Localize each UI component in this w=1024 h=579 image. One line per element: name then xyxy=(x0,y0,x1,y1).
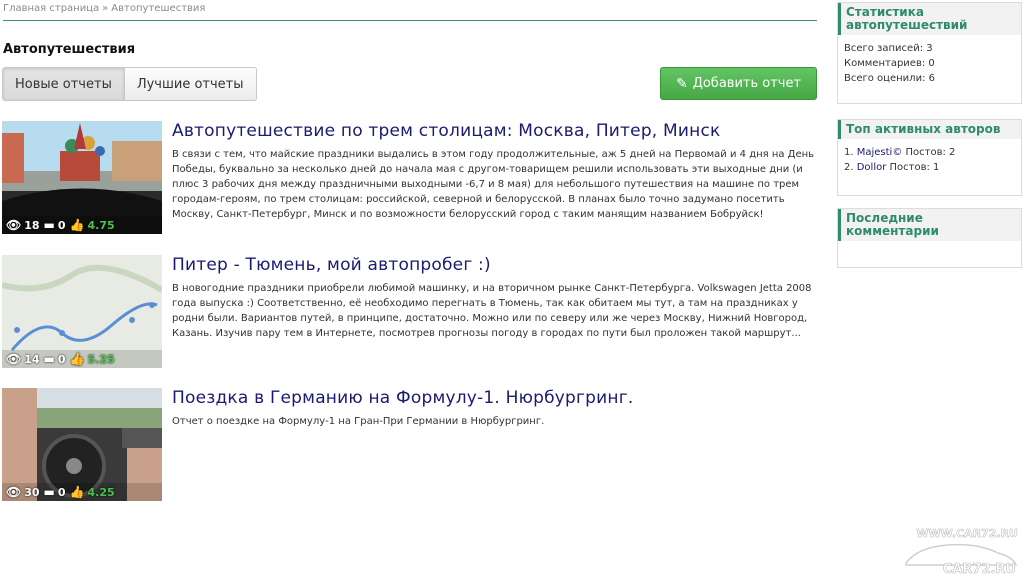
tab-best-reports[interactable]: Лучшие отчеты xyxy=(123,68,256,100)
add-report-label: Добавить отчет xyxy=(692,76,802,91)
post-stats-bar: 👁 14 ▬ 0 👍 5.25 xyxy=(2,350,162,368)
tab-new-reports[interactable]: Новые отчеты xyxy=(3,68,124,100)
latest-comments-title: Последние комментарии xyxy=(838,209,1021,241)
list-item: 2. Dollor Постов: 1 xyxy=(844,162,940,173)
thumbs-up-icon: 👍 xyxy=(69,352,85,366)
views-stat: 👁 18 xyxy=(6,218,40,232)
top-authors-widget: Топ активных авторов 1. Majesti© Постов:… xyxy=(837,119,1022,196)
stats-widget-title: Статистика автопутешествий xyxy=(838,3,1021,35)
stats-widget: Статистика автопутешествий Всего записей… xyxy=(837,2,1022,104)
latest-comments-body xyxy=(838,241,1021,253)
comment-icon: ▬ xyxy=(43,352,55,366)
author-link[interactable]: Majesti© xyxy=(857,147,903,158)
post-item: 👁 14 ▬ 0 👍 5.25 Питер - Тюмень, мой автопро… xyxy=(2,255,817,370)
comments-stat: ▬ 0 xyxy=(43,218,66,232)
thumbs-up-icon: 👍 xyxy=(69,218,85,232)
page-title: Автопутешествия xyxy=(3,42,136,57)
stat-total-posts: Всего записей: 3 xyxy=(844,43,933,54)
add-report-button[interactable]: ✎ Добавить отчет xyxy=(660,67,817,100)
stat-comments: Комментариев: 0 xyxy=(844,58,935,69)
comments-stat: ▬ 0 xyxy=(43,352,66,366)
views-stat: 👁 14 xyxy=(6,352,40,366)
views-stat: 👁 30 xyxy=(6,485,40,499)
post-title-link[interactable]: Поездка в Германию на Формулу-1. Нюрбург… xyxy=(172,388,633,408)
stats-widget-body: Всего записей: 3 Комментариев: 0 Всего о… xyxy=(838,35,1021,92)
breadcrumb-home-link[interactable]: Главная страница xyxy=(3,3,99,14)
breadcrumb-current: Автопутешествия xyxy=(111,3,206,14)
header-divider xyxy=(3,20,817,21)
post-stats-bar: 👁 18 ▬ 0 👍 4.75 xyxy=(2,216,162,234)
rating-stat: 👍 4.25 xyxy=(69,485,115,499)
post-excerpt: Отчет о поездке на Формулу-1 на Гран-При… xyxy=(172,416,545,427)
post-excerpt: В новогодние праздники приобрели любимой… xyxy=(172,283,812,339)
post-stats-bar: 👁 30 ▬ 0 👍 4.25 xyxy=(2,483,162,501)
post-thumbnail[interactable]: 👁 14 ▬ 0 👍 5.25 xyxy=(2,255,162,368)
list-item: 1. Majesti© Постов: 2 xyxy=(844,147,956,158)
post-excerpt: В связи с тем, что майские праздники выд… xyxy=(172,149,815,220)
top-authors-list: 1. Majesti© Постов: 2 2. Dollor Постов: … xyxy=(838,139,1021,181)
eye-icon: 👁 xyxy=(6,218,22,232)
author-link[interactable]: Dollor xyxy=(857,162,887,173)
post-thumbnail[interactable]: 👁 30 ▬ 0 👍 4.25 xyxy=(2,388,162,501)
comment-icon: ▬ xyxy=(43,218,55,232)
watermark-bottom-text: CAR72.RU xyxy=(943,562,1016,575)
comments-stat: ▬ 0 xyxy=(43,485,66,499)
comment-icon: ▬ xyxy=(43,485,55,499)
post-title-link[interactable]: Питер - Тюмень, мой автопробег :) xyxy=(172,255,491,275)
post-thumbnail[interactable]: 👁 18 ▬ 0 👍 4.75 xyxy=(2,121,162,234)
breadcrumb-separator: » xyxy=(102,3,109,14)
stat-ratings: Всего оценили: 6 xyxy=(844,73,935,84)
eye-icon: 👁 xyxy=(6,485,22,499)
latest-comments-widget: Последние комментарии xyxy=(837,208,1022,268)
post-item: 👁 30 ▬ 0 👍 4.25 Поездка в Германию на Форму… xyxy=(2,388,817,503)
thumbs-up-icon: 👍 xyxy=(69,485,85,499)
report-tabs: Новые отчеты Лучшие отчеты xyxy=(2,67,257,101)
watermark-top-text: WWW.CAR72.RU xyxy=(916,527,1018,540)
rating-stat: 👍 5.25 xyxy=(69,352,115,366)
site-watermark-logo: WWW.CAR72.RU CAR72.RU xyxy=(898,523,1020,577)
post-item: 👁 18 ▬ 0 👍 4.75 Автопутешествие по трем сто… xyxy=(2,121,817,236)
post-title-link[interactable]: Автопутешествие по трем столицам: Москва… xyxy=(172,121,720,141)
top-authors-title: Топ активных авторов xyxy=(838,120,1021,139)
eye-icon: 👁 xyxy=(6,352,22,366)
pencil-icon: ✎ xyxy=(675,75,688,92)
breadcrumb: Главная страница» Автопутешествия xyxy=(3,3,205,14)
rating-stat: 👍 4.75 xyxy=(69,218,115,232)
